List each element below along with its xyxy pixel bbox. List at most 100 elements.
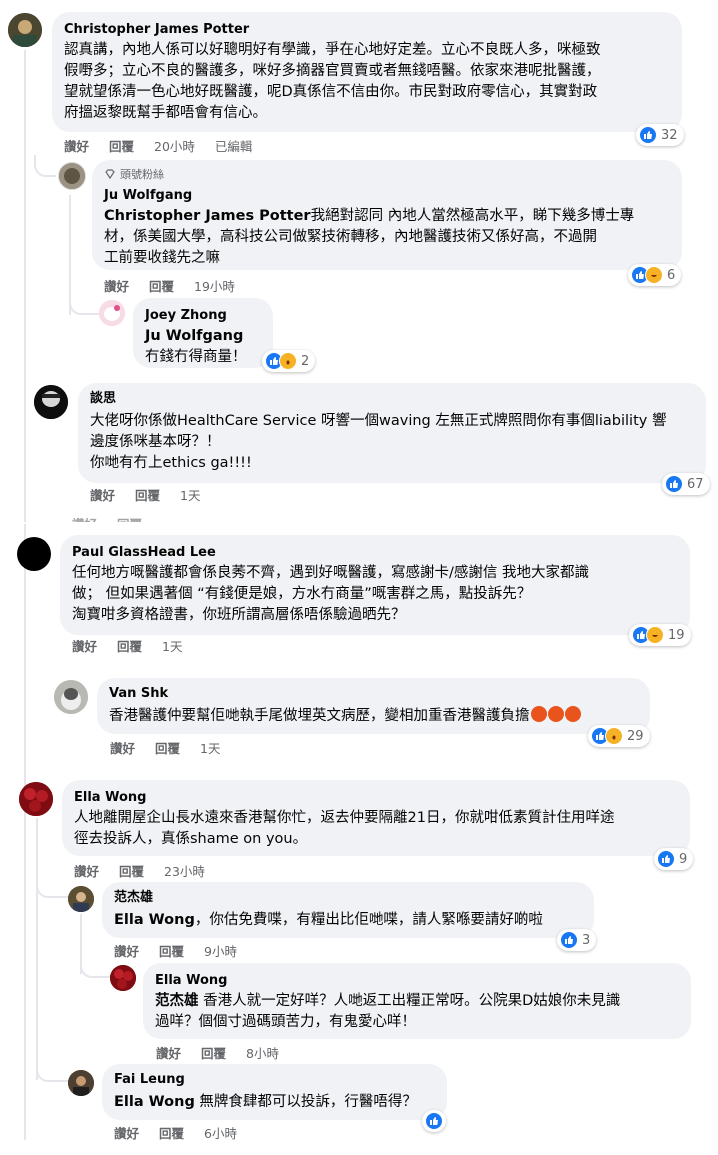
mention-tag[interactable]: Ella Wong: [114, 912, 195, 928]
comment-line: 徑去投訴人，真係shame on you。: [74, 831, 308, 847]
timestamp[interactable]: 20小時: [154, 139, 195, 154]
reaction-count: 3: [582, 932, 591, 948]
commenter-name[interactable]: Christopher James Potter: [64, 22, 670, 38]
comment-bubble: 范杰雄 Ella Wong，你估免費喋，有糧出比佢哋喋，請人緊喺要請好啲啦: [102, 882, 594, 938]
reply-button[interactable]: 回覆: [109, 139, 134, 154]
like-button[interactable]: 讚好: [90, 488, 115, 503]
comment-actions: 讚好 回覆 1天: [110, 738, 236, 757]
reaction-count: 29: [627, 728, 644, 744]
avatar[interactable]: [54, 680, 88, 714]
timestamp[interactable]: 1天: [180, 488, 200, 503]
timestamp[interactable]: 23小時: [164, 864, 205, 879]
commenter-name[interactable]: Fai Leung: [114, 1072, 435, 1088]
avatar[interactable]: [68, 1070, 94, 1096]
reply-button[interactable]: 回覆: [159, 944, 184, 959]
reply-button[interactable]: 回覆: [149, 279, 174, 294]
avatar[interactable]: [19, 782, 53, 816]
mention-tag[interactable]: 范杰雄: [155, 993, 199, 1009]
comment-bubble: 頭號粉絲 Ju Wolfgang Christopher James Potte…: [92, 160, 682, 270]
clipped-actions: 讚好 回覆: [72, 514, 158, 522]
avatar-image: [68, 1070, 94, 1096]
avatar[interactable]: [58, 162, 86, 190]
wow-reaction-icon: [279, 352, 297, 370]
comment-line: 材，係美國大學，高科技公司做緊技術轉移，內地醫護技術又係好高，不過開: [104, 229, 597, 245]
reply-button[interactable]: 回覆: [155, 741, 180, 756]
timestamp[interactable]: 1天: [162, 639, 182, 654]
commenter-name[interactable]: Van Shk: [109, 686, 638, 702]
avatar[interactable]: [8, 13, 42, 47]
comment-line: 過咩？個個寸過碼頭苦力，有鬼愛心咩！: [155, 1014, 416, 1030]
avatar-image: [54, 680, 88, 714]
comment-line: 淘寶咁多資格證書，你班所謂高層係唔係驗過晒先？: [72, 607, 406, 623]
comment-line: 我絕對認同 內地人當然極高水平，睇下幾多博士專: [310, 208, 635, 224]
commenter-name[interactable]: Joey Zhong: [145, 308, 261, 324]
reply-button[interactable]: 回覆: [117, 639, 142, 654]
seam-divider: [0, 522, 718, 524]
comment-line: 假嘢多；立心不良的醫護多，咪好多摘器官買賣或者無錢唔醫。依家來港呢批醫護，: [64, 63, 601, 79]
commenter-name[interactable]: 談思: [90, 391, 694, 407]
like-button[interactable]: 讚好: [114, 1126, 139, 1141]
top-fan-badge: 頭號粉絲: [104, 166, 670, 182]
mention-tag[interactable]: Ju Wolfgang: [145, 326, 261, 347]
avatar-image: [110, 965, 136, 991]
comment-line: ，你估免費喋，有糧出比佢哋喋，請人緊喺要請好啲啦: [194, 912, 543, 928]
commenter-name[interactable]: Paul GlassHead Lee: [72, 545, 678, 561]
reaction-summary[interactable]: 9: [654, 848, 694, 870]
like-button[interactable]: 讚好: [114, 944, 139, 959]
reply-button[interactable]: 回覆: [201, 1046, 226, 1061]
avatar[interactable]: [110, 965, 136, 991]
timestamp[interactable]: 19小時: [194, 279, 235, 294]
timestamp[interactable]: 1天: [200, 741, 220, 756]
commenter-name[interactable]: 范杰雄: [114, 890, 582, 906]
comment-line: 做； 但如果遇著個 “有錢便是娘，方水冇商量”嘅害群之馬，點投訴先？: [72, 586, 532, 602]
comment-bubble: Joey Zhong Ju Wolfgang 冇錢冇得商量！: [133, 298, 273, 368]
reply-button[interactable]: 回覆: [135, 488, 160, 503]
commenter-name[interactable]: Ella Wong: [74, 790, 678, 806]
timestamp[interactable]: 6小時: [204, 1126, 237, 1141]
like-button[interactable]: 讚好: [156, 1046, 181, 1061]
reply-button[interactable]: 回覆: [159, 1126, 184, 1141]
avatar[interactable]: [99, 300, 125, 326]
comment-line: 任何地方嘅醫護都會係良莠不齊，遇到好嘅醫護，寫感謝卡/感謝信 我地大家都識: [72, 565, 589, 581]
timestamp[interactable]: 9小時: [204, 944, 237, 959]
mention-tag[interactable]: Christopher James Potter: [104, 208, 311, 224]
like-button[interactable]: 讚好: [64, 139, 89, 154]
like-reaction-icon: [560, 931, 578, 949]
comment-actions: 讚好 回覆 8小時: [156, 1043, 295, 1062]
reaction-summary[interactable]: 19: [629, 624, 691, 646]
like-button[interactable]: 讚好: [74, 864, 99, 879]
like-button[interactable]: 讚好: [110, 741, 135, 756]
avatar[interactable]: [34, 385, 68, 419]
reaction-summary[interactable]: 29: [588, 725, 650, 747]
comment-actions: 讚好 回覆 20小時 已編輯: [64, 136, 268, 155]
like-button[interactable]: 讚好: [104, 279, 129, 294]
reply-button[interactable]: 回覆: [119, 864, 144, 879]
comment-actions: 讚好 回覆 6小時: [114, 1123, 253, 1142]
reaction-summary[interactable]: [422, 1110, 446, 1132]
comment-line: 香港醫護仲要幫佢哋執手尾做埋英文病歷，變相加重香港醫護負擔: [109, 708, 530, 724]
avatar-image: [59, 163, 85, 189]
comment-actions: 讚好 回覆 1天: [72, 636, 198, 655]
like-reaction-icon: [425, 1112, 443, 1130]
reaction-summary[interactable]: 6: [628, 264, 682, 286]
reaction-count: 6: [667, 267, 676, 283]
reaction-summary[interactable]: 3: [557, 929, 597, 951]
reaction-summary[interactable]: 32: [636, 124, 684, 146]
like-reaction-icon: [657, 850, 675, 868]
haha-reaction-icon: [645, 266, 663, 284]
reaction-summary[interactable]: 2: [262, 350, 316, 372]
comment-actions: 讚好 回覆 19小時: [104, 276, 251, 295]
comment-line: 認真講，內地人係可以好聰明好有學識，爭在心地好定差。立心不良既人多，咪極致: [64, 42, 601, 58]
like-button[interactable]: 讚好: [72, 639, 97, 654]
timestamp[interactable]: 8小時: [246, 1046, 279, 1061]
reaction-summary[interactable]: 67: [662, 473, 710, 495]
avatar-image: [68, 886, 94, 912]
avatar[interactable]: [68, 886, 94, 912]
comment-actions: 讚好 回覆 9小時: [114, 941, 253, 960]
avatar[interactable]: [17, 537, 51, 571]
thread-connector: [69, 297, 99, 315]
commenter-name[interactable]: Ella Wong: [155, 973, 679, 989]
comment-line: 你哋有冇上ethics ga!!!!: [90, 455, 252, 471]
commenter-name[interactable]: Ju Wolfgang: [104, 188, 670, 204]
mention-tag[interactable]: Ella Wong: [114, 1094, 195, 1110]
